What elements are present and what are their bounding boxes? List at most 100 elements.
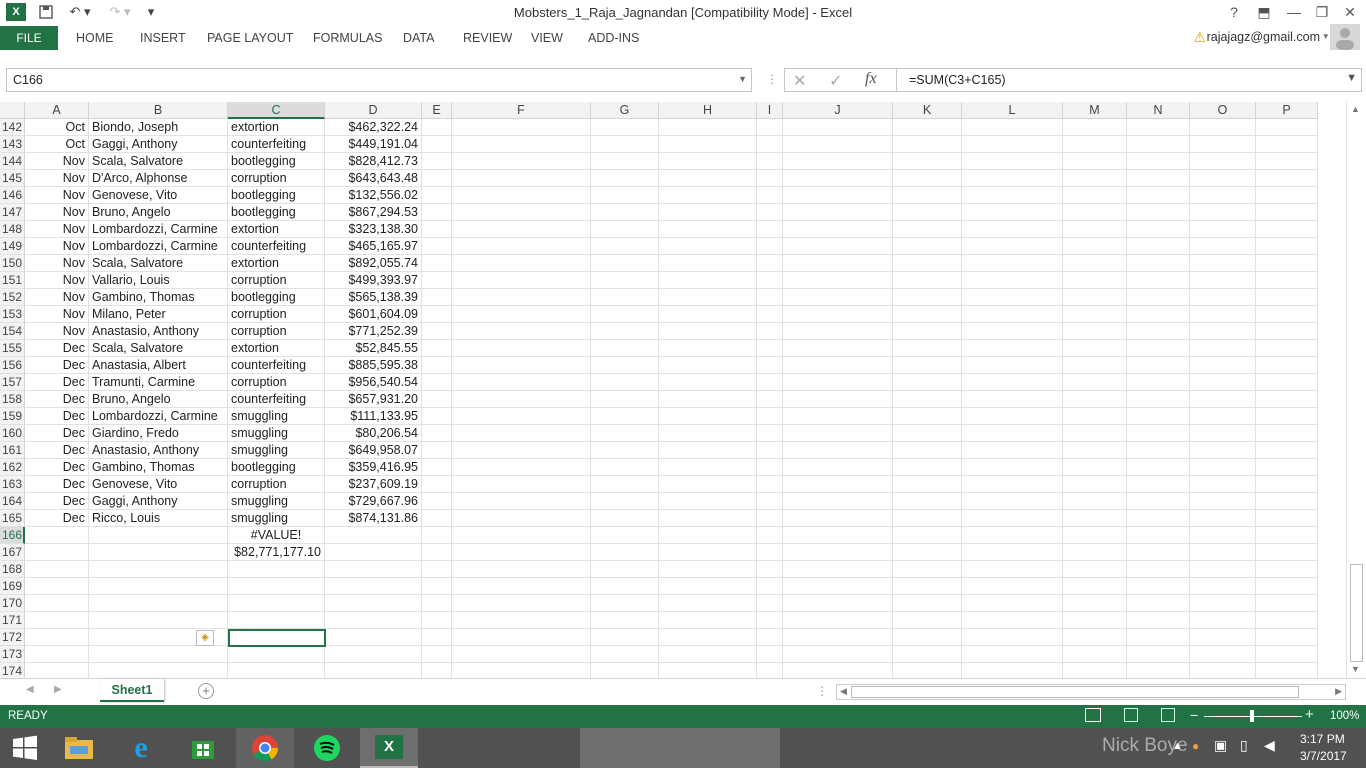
cell-g-158[interactable] (591, 391, 659, 408)
cell-i-161[interactable] (757, 442, 783, 459)
cell-p-146[interactable] (1256, 187, 1318, 204)
cell-d-143[interactable]: $449,191.04 (325, 136, 422, 153)
cell-e-160[interactable] (422, 425, 452, 442)
tab-add-ins[interactable]: ADD-INS (588, 31, 639, 45)
cell-k-145[interactable] (893, 170, 962, 187)
cell-m-142[interactable] (1063, 119, 1127, 136)
cell-j-163[interactable] (783, 476, 893, 493)
column-header-d[interactable]: D (325, 102, 422, 119)
cell-b-159[interactable]: Lombardozzi, Carmine (89, 408, 228, 425)
volume-icon[interactable]: ◀ (1264, 737, 1275, 754)
cell-p-152[interactable] (1256, 289, 1318, 306)
cancel-icon[interactable]: ✕ (793, 71, 806, 91)
cell-b-151[interactable]: Vallario, Louis (89, 272, 228, 289)
cell-n-169[interactable] (1127, 578, 1190, 595)
cell-o-174[interactable] (1190, 663, 1256, 678)
cell-c-149[interactable]: counterfeiting (228, 238, 325, 255)
cell-l-144[interactable] (962, 153, 1063, 170)
cell-i-174[interactable] (757, 663, 783, 678)
cell-o-155[interactable] (1190, 340, 1256, 357)
cell-o-142[interactable] (1190, 119, 1256, 136)
cell-e-169[interactable] (422, 578, 452, 595)
cell-m-169[interactable] (1063, 578, 1127, 595)
cell-e-152[interactable] (422, 289, 452, 306)
cell-i-167[interactable] (757, 544, 783, 561)
cell-a-155[interactable]: Dec (25, 340, 89, 357)
cell-e-167[interactable] (422, 544, 452, 561)
cell-c-153[interactable]: corruption (228, 306, 325, 323)
cell-f-174[interactable] (452, 663, 591, 678)
cell-k-159[interactable] (893, 408, 962, 425)
cell-j-151[interactable] (783, 272, 893, 289)
cell-e-164[interactable] (422, 493, 452, 510)
vertical-scroll-thumb[interactable] (1350, 564, 1363, 662)
cell-l-160[interactable] (962, 425, 1063, 442)
cell-i-172[interactable] (757, 629, 783, 646)
cell-d-156[interactable]: $885,595.38 (325, 357, 422, 374)
cell-k-150[interactable] (893, 255, 962, 272)
cell-n-146[interactable] (1127, 187, 1190, 204)
cell-a-145[interactable]: Nov (25, 170, 89, 187)
cell-o-153[interactable] (1190, 306, 1256, 323)
cell-c-164[interactable]: smuggling (228, 493, 325, 510)
cell-f-142[interactable] (452, 119, 591, 136)
cell-c-152[interactable]: bootlegging (228, 289, 325, 306)
file-explorer-icon[interactable] (50, 728, 108, 768)
cell-m-152[interactable] (1063, 289, 1127, 306)
cell-i-165[interactable] (757, 510, 783, 527)
cell-k-172[interactable] (893, 629, 962, 646)
cell-h-156[interactable] (659, 357, 757, 374)
scroll-right-icon[interactable]: ▶ (1335, 686, 1342, 697)
cell-o-166[interactable] (1190, 527, 1256, 544)
cell-l-146[interactable] (962, 187, 1063, 204)
cell-j-152[interactable] (783, 289, 893, 306)
cell-j-150[interactable] (783, 255, 893, 272)
cell-o-158[interactable] (1190, 391, 1256, 408)
cell-f-169[interactable] (452, 578, 591, 595)
cell-d-147[interactable]: $867,294.53 (325, 204, 422, 221)
cell-b-157[interactable]: Tramunti, Carmine (89, 374, 228, 391)
cell-g-156[interactable] (591, 357, 659, 374)
cell-o-146[interactable] (1190, 187, 1256, 204)
cell-n-167[interactable] (1127, 544, 1190, 561)
column-header-a[interactable]: A (25, 102, 89, 119)
cell-i-158[interactable] (757, 391, 783, 408)
cell-f-149[interactable] (452, 238, 591, 255)
cell-c-165[interactable]: smuggling (228, 510, 325, 527)
cell-a-164[interactable]: Dec (25, 493, 89, 510)
cell-d-173[interactable] (325, 646, 422, 663)
row-header[interactable]: 142 (0, 119, 25, 136)
cell-p-156[interactable] (1256, 357, 1318, 374)
cell-d-164[interactable]: $729,667.96 (325, 493, 422, 510)
cell-i-148[interactable] (757, 221, 783, 238)
scroll-down-icon[interactable]: ▼ (1351, 664, 1360, 674)
cell-g-153[interactable] (591, 306, 659, 323)
cell-o-149[interactable] (1190, 238, 1256, 255)
column-header-h[interactable]: H (659, 102, 757, 119)
cell-h-148[interactable] (659, 221, 757, 238)
row-header[interactable]: 167 (0, 544, 25, 561)
cell-i-163[interactable] (757, 476, 783, 493)
cell-k-166[interactable] (893, 527, 962, 544)
cell-a-161[interactable]: Dec (25, 442, 89, 459)
cell-m-164[interactable] (1063, 493, 1127, 510)
cell-h-170[interactable] (659, 595, 757, 612)
cell-g-157[interactable] (591, 374, 659, 391)
cell-n-144[interactable] (1127, 153, 1190, 170)
cell-i-150[interactable] (757, 255, 783, 272)
cell-k-160[interactable] (893, 425, 962, 442)
cell-a-174[interactable] (25, 663, 89, 678)
enter-icon[interactable]: ✓ (829, 71, 842, 91)
cell-d-161[interactable]: $649,958.07 (325, 442, 422, 459)
cell-d-159[interactable]: $111,133.95 (325, 408, 422, 425)
cell-p-154[interactable] (1256, 323, 1318, 340)
cell-o-145[interactable] (1190, 170, 1256, 187)
cell-n-143[interactable] (1127, 136, 1190, 153)
cell-n-147[interactable] (1127, 204, 1190, 221)
cell-b-158[interactable]: Bruno, Angelo (89, 391, 228, 408)
cell-i-153[interactable] (757, 306, 783, 323)
tray-app-icon[interactable]: ● (1192, 739, 1199, 753)
cell-o-163[interactable] (1190, 476, 1256, 493)
cell-g-144[interactable] (591, 153, 659, 170)
cell-c-142[interactable]: extortion (228, 119, 325, 136)
